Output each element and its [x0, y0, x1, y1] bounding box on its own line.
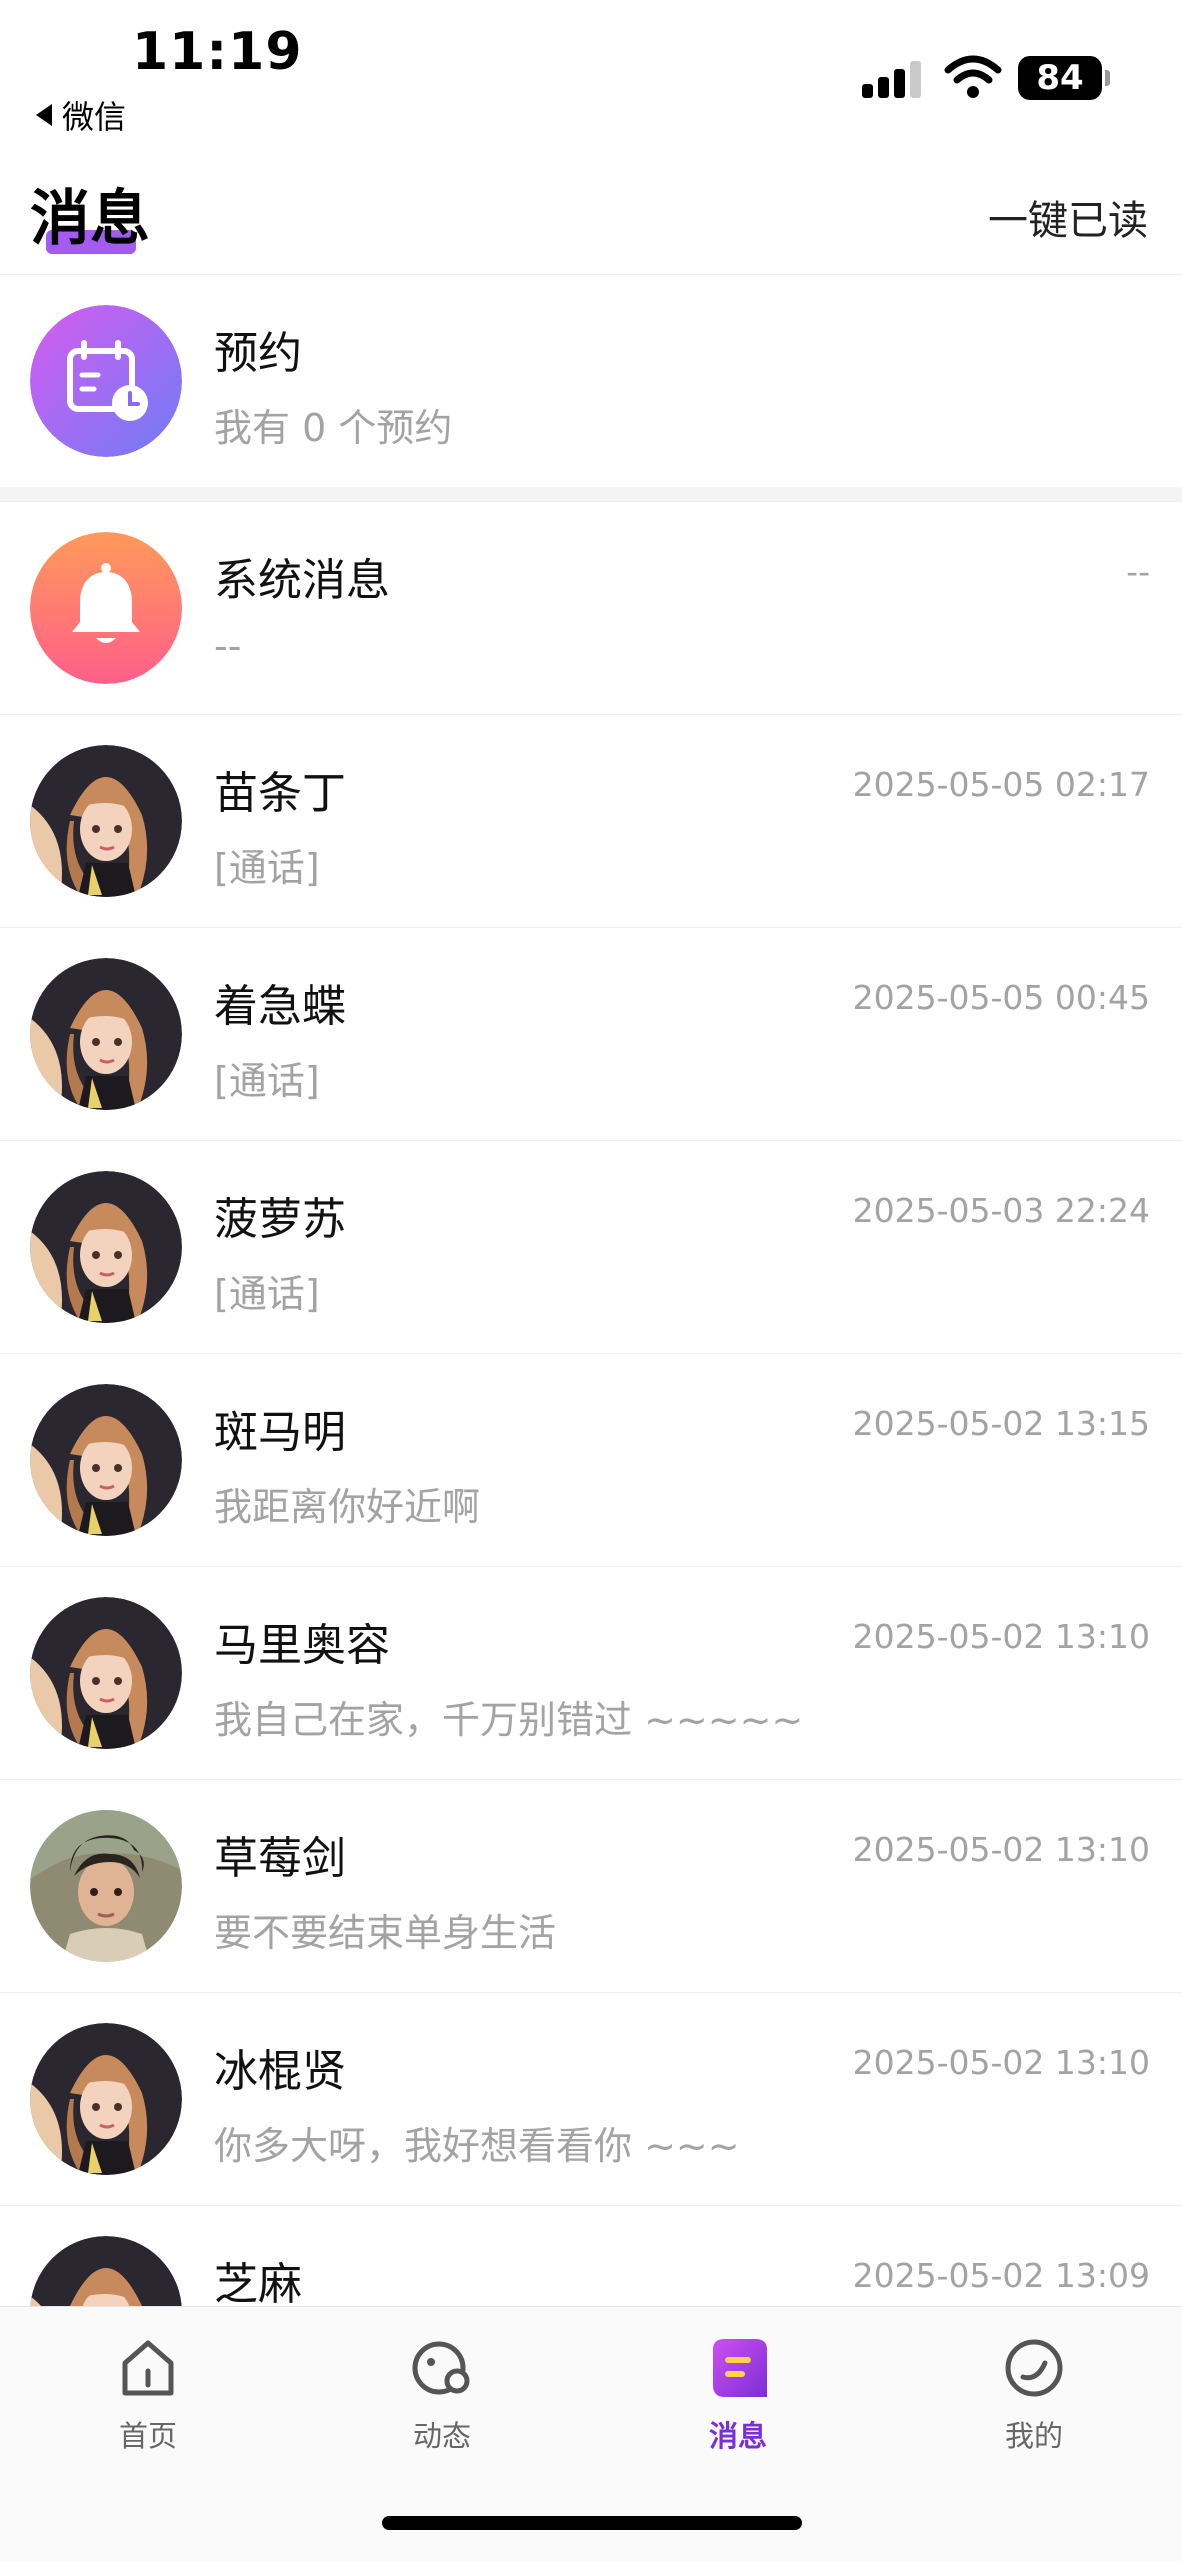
conversation-row[interactable]: 草莓剑 要不要结束单身生活 2025-05-02 13:10: [0, 1779, 1182, 1992]
page-header: 消息 一键已读: [0, 160, 1182, 274]
appointment-subtitle: 我有 0 个预约: [214, 406, 453, 450]
appointment-row[interactable]: 预约 我有 0 个预约: [0, 274, 1182, 487]
contact-name: 草莓剑: [214, 1833, 346, 1884]
nav-messages-label: 消息: [708, 2419, 767, 2453]
status-time: 11:19: [132, 22, 303, 82]
mark-all-read-button[interactable]: 一键已读: [988, 188, 1148, 246]
section-divider: [0, 487, 1182, 501]
wifi-icon: [944, 55, 1002, 98]
message-time: 2025-05-02 13:10: [852, 2043, 1150, 2082]
conversation-row[interactable]: 苗条丁 [通话] 2025-05-05 02:17: [0, 714, 1182, 927]
message-preview: 要不要结束单身生活: [214, 1911, 557, 1955]
nav-home-label: 首页: [118, 2419, 177, 2453]
battery-icon: 84: [1018, 56, 1110, 100]
message-time: 2025-05-03 22:24: [852, 1191, 1150, 1230]
nav-home[interactable]: 首页: [68, 2335, 228, 2455]
contact-name: 斑马明: [214, 1407, 346, 1458]
page-title: 消息: [30, 184, 150, 254]
contact-name: 菠萝苏: [214, 1194, 346, 1245]
conversation-row[interactable]: 冰棍贤 你多大呀，我好想看看你 ~~~ 2025-05-02 13:10: [0, 1992, 1182, 2205]
appointment-title: 预约: [214, 328, 302, 379]
contact-name: 马里奥容: [214, 1620, 390, 1671]
nav-mine[interactable]: 我的: [954, 2335, 1114, 2455]
message-time: 2025-05-02 13:09: [852, 2256, 1150, 2295]
back-to-app-link[interactable]: 微信: [36, 92, 126, 138]
messages-icon: [705, 2335, 771, 2401]
contact-name: 冰棍贤: [214, 2046, 346, 2097]
message-time: 2025-05-05 00:45: [852, 978, 1150, 1017]
message-time: 2025-05-05 02:17: [852, 765, 1150, 804]
message-preview: [通话]: [214, 1272, 320, 1316]
avatar: [30, 1597, 182, 1749]
avatar: [30, 1171, 182, 1323]
profile-icon: [1001, 2335, 1067, 2401]
system-message-title: 系统消息: [214, 555, 390, 606]
message-list: 预约 我有 0 个预约 系统消息 -- -- 苗条丁 [通话] 2025-05-…: [0, 274, 1182, 2418]
system-message-row[interactable]: 系统消息 -- --: [0, 501, 1182, 714]
home-indicator[interactable]: [382, 2516, 802, 2530]
calendar-icon: [30, 305, 182, 457]
avatar: [30, 2023, 182, 2175]
contact-name: 苗条丁: [214, 768, 346, 819]
back-app-label: 微信: [62, 98, 127, 136]
avatar: [30, 1384, 182, 1536]
contact-name: 着急蝶: [214, 981, 346, 1032]
avatar: [30, 745, 182, 897]
bell-icon: [30, 532, 182, 684]
status-bar: 11:19 微信 84: [0, 0, 1182, 150]
message-preview: [通话]: [214, 1059, 320, 1103]
avatar: [30, 1810, 182, 1962]
home-icon: [115, 2335, 181, 2401]
message-preview: 你多大呀，我好想看看你 ~~~: [214, 2124, 740, 2168]
conversation-row[interactable]: 菠萝苏 [通话] 2025-05-03 22:24: [0, 1140, 1182, 1353]
conversation-row[interactable]: 着急蝶 [通话] 2025-05-05 00:45: [0, 927, 1182, 1140]
message-time: 2025-05-02 13:10: [852, 1830, 1150, 1869]
conversation-row[interactable]: 斑马明 我距离你好近啊 2025-05-02 13:15: [0, 1353, 1182, 1566]
message-time: 2025-05-02 13:15: [852, 1404, 1150, 1443]
contact-name: 芝麻: [214, 2259, 302, 2310]
message-time: 2025-05-02 13:10: [852, 1617, 1150, 1656]
cellular-signal-icon: [862, 60, 922, 98]
moments-icon: [409, 2335, 475, 2401]
back-triangle-icon: [36, 104, 52, 126]
message-preview: [通话]: [214, 846, 320, 890]
nav-moments-label: 动态: [412, 2419, 471, 2453]
nav-moments[interactable]: 动态: [362, 2335, 522, 2455]
system-message-preview: --: [214, 624, 242, 668]
system-message-time: --: [1126, 552, 1150, 591]
message-preview: 我自己在家，千万别错过 ~~~~~: [214, 1698, 804, 1742]
avatar: [30, 958, 182, 1110]
conversation-row[interactable]: 马里奥容 我自己在家，千万别错过 ~~~~~ 2025-05-02 13:10: [0, 1566, 1182, 1779]
nav-mine-label: 我的: [1004, 2419, 1063, 2453]
nav-messages[interactable]: 消息: [658, 2335, 818, 2455]
message-preview: 我距离你好近啊: [214, 1485, 481, 1529]
